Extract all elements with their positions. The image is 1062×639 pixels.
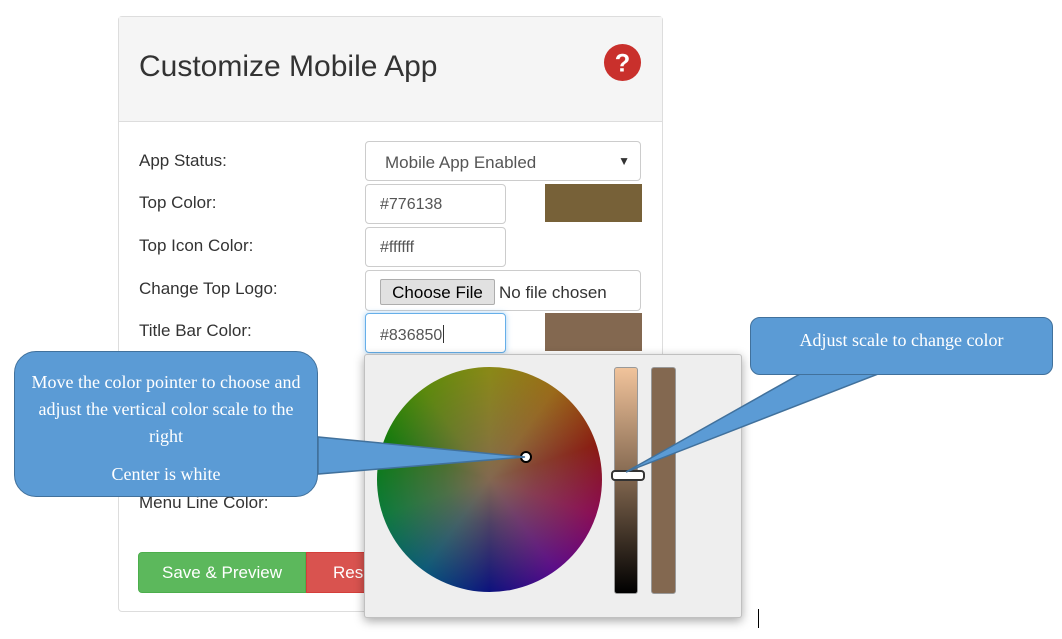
text-cursor xyxy=(758,609,759,628)
left-callout-main-text: Move the color pointer to choose and adj… xyxy=(31,372,301,446)
right-callout: Adjust scale to change color xyxy=(750,317,1053,375)
left-callout: Move the color pointer to choose and adj… xyxy=(14,351,318,497)
left-callout-sub-text: Center is white xyxy=(111,464,221,484)
